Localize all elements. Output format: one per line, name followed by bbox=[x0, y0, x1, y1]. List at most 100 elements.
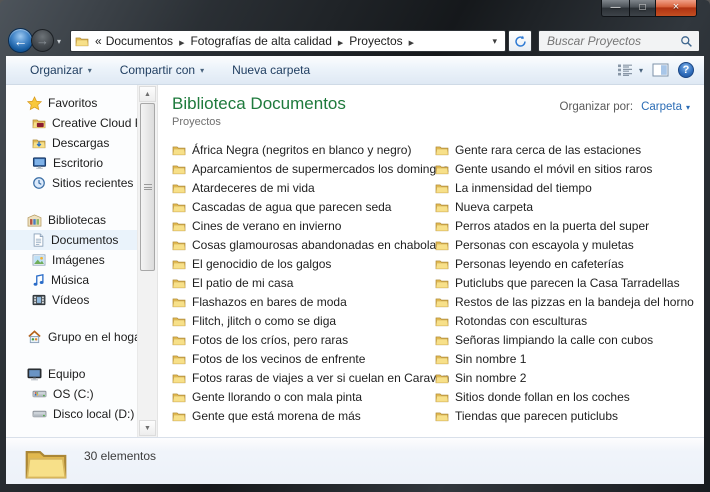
folder-item[interactable]: Restos de las pizzas en la bandeja del h… bbox=[435, 292, 700, 311]
breadcrumb-item[interactable]: Fotografías de alta calidad bbox=[190, 34, 331, 48]
sidebar-item-v-deos[interactable]: Vídeos bbox=[6, 290, 137, 310]
sidebar-item-os-c-[interactable]: OS (C:) bbox=[6, 384, 137, 404]
sidebar-item-im-genes[interactable]: Imágenes bbox=[6, 250, 137, 270]
folder-item[interactable]: Atardeceres de mi vida bbox=[172, 178, 435, 197]
folder-name: Cosas glamourosas abandonadas en chabola… bbox=[192, 237, 443, 252]
folder-name: Sin nombre 2 bbox=[455, 370, 527, 385]
sidebar-item-disco-local-d-[interactable]: Disco local (D:) bbox=[6, 404, 137, 424]
sidebar-item-documentos[interactable]: Documentos bbox=[6, 230, 137, 250]
breadcrumb-separator-icon[interactable]: ▶ bbox=[338, 40, 343, 47]
sidebar-item-descargas[interactable]: Descargas bbox=[6, 133, 137, 153]
breadcrumb-item[interactable]: Documentos bbox=[106, 34, 173, 48]
explorer-window: — □ × ← → ▾ « Documentos ▶ Fotografías de al… bbox=[0, 0, 710, 492]
sidebar-item-label: Vídeos bbox=[52, 293, 90, 307]
folder-item[interactable]: Sitios donde follan en los coches bbox=[435, 387, 700, 406]
sidebar-item-m-sica[interactable]: Música bbox=[6, 270, 137, 290]
folder-item[interactable]: Fotos de los vecinos de enfrente bbox=[172, 349, 435, 368]
folder-item[interactable]: Puticlubs que parecen la Casa Tarradella… bbox=[435, 273, 700, 292]
address-bar[interactable]: « Documentos ▶ Fotografías de alta calidad… bbox=[70, 30, 506, 52]
folder-item[interactable]: Aparcamientos de supermercados los domin… bbox=[172, 159, 449, 178]
folder-icon bbox=[435, 296, 449, 308]
chevron-down-icon: ▾ bbox=[685, 102, 690, 112]
folder-name: Tiendas que parecen puticlubs bbox=[455, 408, 618, 423]
folder-item[interactable]: Gente usando el móvil en sitios raros bbox=[435, 159, 700, 178]
folder-item[interactable]: El patio de mi casa bbox=[172, 273, 435, 292]
compartir-con-button[interactable]: Compartir con ▾ bbox=[120, 63, 204, 77]
address-dropdown-icon[interactable]: ▾ bbox=[488, 36, 501, 47]
nav-scrollbar[interactable]: ▲ ▼ bbox=[137, 85, 158, 437]
folder-name: Fotos raras de viajes a ver si cuelan en… bbox=[192, 370, 450, 385]
folder-item[interactable]: Sin nombre 2 bbox=[435, 368, 700, 387]
organize-by-dropdown[interactable]: Carpeta ▾ bbox=[641, 101, 690, 113]
view-dropdown-icon[interactable]: ▾ bbox=[639, 66, 643, 75]
preview-pane-icon[interactable] bbox=[652, 63, 669, 77]
folder-item[interactable]: Tiendas que parecen puticlubs bbox=[435, 406, 700, 425]
film-icon bbox=[32, 294, 46, 306]
history-dropdown-icon[interactable]: ▾ bbox=[57, 37, 61, 46]
folder-icon bbox=[172, 163, 186, 175]
folder-item[interactable]: África Negra (negritos en blanco y negro… bbox=[172, 140, 435, 159]
maximize-button[interactable]: □ bbox=[629, 0, 656, 17]
title-bar[interactable]: — □ × bbox=[0, 0, 710, 28]
folder-item[interactable]: Fotos raras de viajes a ver si cuelan en… bbox=[172, 368, 449, 387]
folder-item[interactable]: Gente llorando o con mala pinta bbox=[172, 387, 435, 406]
sidebar-section-label: Bibliotecas bbox=[48, 213, 107, 227]
change-view-icon[interactable] bbox=[616, 63, 634, 77]
scrollbar-thumb[interactable] bbox=[140, 103, 155, 271]
sidebar-section-favoritos[interactable]: Favoritos bbox=[6, 93, 137, 113]
breadcrumb-separator-icon[interactable]: ▶ bbox=[409, 40, 414, 47]
folder-item[interactable]: Cines de verano en invierno bbox=[172, 216, 435, 235]
folder-cc-icon bbox=[32, 117, 46, 129]
library-subtitle: Proyectos bbox=[172, 116, 221, 128]
back-button[interactable]: ← bbox=[8, 28, 33, 53]
organizar-button[interactable]: Organizar ▾ bbox=[30, 63, 92, 77]
folder-item[interactable]: Flitch, jlitch o como se diga bbox=[172, 311, 435, 330]
folder-item[interactable]: Personas con escayola y muletas bbox=[435, 235, 700, 254]
folder-item[interactable]: Gente rara cerca de las estaciones bbox=[435, 140, 700, 159]
folder-name: Cines de verano en invierno bbox=[192, 218, 342, 233]
sidebar-section-equipo[interactable]: Equipo bbox=[6, 364, 137, 384]
folder-item[interactable]: Nueva carpeta bbox=[435, 197, 700, 216]
folder-item[interactable]: La inmensidad del tiempo bbox=[435, 178, 700, 197]
sidebar-item-label: OS (C:) bbox=[53, 387, 94, 401]
scroll-down-icon[interactable]: ▼ bbox=[139, 420, 156, 436]
folder-item[interactable]: Perros atados en la puerta del super bbox=[435, 216, 700, 235]
item-count: 30 elementos bbox=[84, 449, 157, 463]
sidebar-section-bibliotecas[interactable]: Bibliotecas bbox=[6, 210, 137, 230]
folder-name: Atardeceres de mi vida bbox=[192, 180, 315, 195]
folder-grid: África Negra (negritos en blanco y negro… bbox=[172, 140, 704, 425]
folder-item[interactable]: Cascadas de agua que parecen seda bbox=[172, 197, 435, 216]
sidebar-item-creative-cloud-fil[interactable]: Creative Cloud Fil bbox=[6, 113, 137, 133]
scroll-up-icon[interactable]: ▲ bbox=[139, 86, 156, 102]
search-input[interactable] bbox=[545, 33, 680, 49]
folder-icon bbox=[172, 410, 186, 422]
folder-item[interactable]: Personas leyendo en cafeterías bbox=[435, 254, 700, 273]
folder-name: África Negra (negritos en blanco y negro… bbox=[192, 142, 412, 157]
command-toolbar: Organizar ▾ Compartir con ▾ Nueva carpeta ▾ … bbox=[6, 56, 704, 85]
toolbar-button-label: Organizar bbox=[30, 63, 83, 77]
nueva-carpeta-button[interactable]: Nueva carpeta bbox=[232, 63, 310, 77]
refresh-button[interactable] bbox=[508, 30, 532, 52]
close-button[interactable]: × bbox=[656, 0, 697, 17]
folder-item[interactable]: Cosas glamourosas abandonadas en chabola… bbox=[172, 235, 442, 254]
folder-item[interactable]: Rotondas con esculturas bbox=[435, 311, 700, 330]
breadcrumb-separator-icon[interactable]: ▶ bbox=[179, 40, 184, 47]
minimize-button[interactable]: — bbox=[601, 0, 629, 17]
folder-item[interactable]: Flashazos en bares de moda bbox=[172, 292, 435, 311]
collapsed-breadcrumbs[interactable]: « bbox=[95, 34, 102, 48]
forward-button[interactable]: → bbox=[31, 29, 54, 52]
sidebar-item-label: Música bbox=[51, 273, 90, 287]
folder-item[interactable]: El genocidio de los galgos bbox=[172, 254, 435, 273]
folder-item[interactable]: Fotos de los críos, pero raras bbox=[172, 330, 435, 349]
help-icon[interactable]: ? bbox=[678, 62, 694, 78]
sidebar-item-sitios-recientes[interactable]: Sitios recientes bbox=[6, 173, 137, 193]
sidebar-section-grupo-en-el-hogar[interactable]: Grupo en el hogar bbox=[6, 327, 137, 347]
folder-item[interactable]: Gente que está morena de más bbox=[172, 406, 435, 425]
sidebar-item-escritorio[interactable]: Escritorio bbox=[6, 153, 137, 173]
recent-places-icon bbox=[32, 176, 46, 190]
folder-item[interactable]: Señoras limpiando la calle con cubos bbox=[435, 330, 700, 349]
breadcrumb: Documentos ▶ Fotografías de alta calidad ▶ P… bbox=[106, 34, 420, 48]
breadcrumb-item[interactable]: Proyectos bbox=[349, 34, 402, 48]
folder-item[interactable]: Sin nombre 1 bbox=[435, 349, 700, 368]
search-icon[interactable] bbox=[680, 35, 693, 48]
